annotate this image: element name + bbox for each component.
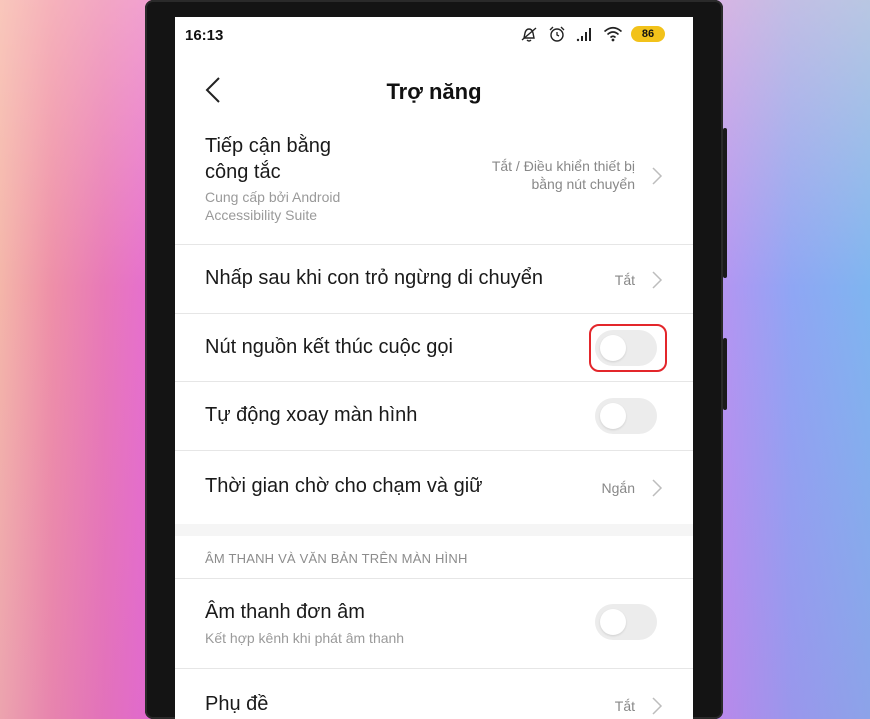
section-header-audio: ÂM THANH VÀ VĂN BẢN TRÊN MÀN HÌNH bbox=[175, 536, 693, 579]
battery-indicator: 86 bbox=[631, 26, 665, 42]
chevron-right-icon bbox=[652, 167, 663, 185]
page-header: Trợ năng bbox=[175, 57, 693, 123]
chevron-right-icon bbox=[652, 697, 663, 715]
setting-touch-hold-delay[interactable]: Thời gian chờ cho chạm và giữ Ngắn bbox=[175, 451, 693, 524]
setting-subtitle: Kết hợp kênh khi phát âm thanh bbox=[205, 630, 405, 646]
setting-title: Tiếp cận bằng công tắc bbox=[205, 135, 332, 183]
setting-title: Phụ đề bbox=[205, 693, 269, 715]
setting-title: Âm thanh đơn âm bbox=[205, 601, 365, 623]
phone-screen: 16:13 86 Trợ năng Tiếp cận bằng công tắc… bbox=[175, 17, 693, 719]
status-icons: 86 bbox=[519, 25, 665, 43]
auto-rotate-toggle[interactable] bbox=[595, 398, 657, 434]
setting-subtitle: Cung cấp bởi Android Accessibility Suite bbox=[205, 189, 341, 223]
chevron-right-icon bbox=[652, 479, 663, 497]
status-bar: 16:13 86 bbox=[175, 17, 693, 57]
setting-title: Thời gian chờ cho chạm và giữ bbox=[205, 475, 483, 497]
power-button bbox=[723, 338, 727, 410]
toggle-knob bbox=[600, 609, 626, 635]
setting-title: Nút nguồn kết thúc cuộc gọi bbox=[205, 336, 453, 358]
section-divider bbox=[175, 524, 693, 536]
setting-click-after-stop[interactable]: Nhấp sau khi con trỏ ngừng di chuyển Tắt bbox=[175, 245, 693, 314]
page-title: Trợ năng bbox=[386, 79, 482, 104]
setting-auto-rotate: Tự động xoay màn hình bbox=[175, 382, 693, 451]
mono-audio-toggle[interactable] bbox=[595, 604, 657, 640]
setting-title: Tự động xoay màn hình bbox=[205, 404, 418, 426]
highlight-box bbox=[589, 324, 667, 372]
setting-captions[interactable]: Phụ đề Tắt bbox=[175, 669, 693, 719]
wifi-icon bbox=[603, 26, 623, 42]
chevron-right-icon bbox=[652, 271, 663, 289]
section-header-label: ÂM THANH VÀ VĂN BẢN TRÊN MÀN HÌNH bbox=[205, 551, 468, 566]
setting-value: Tắt / Điều khiển thiết bị bằng nút chuyể… bbox=[491, 158, 635, 192]
setting-value: Tắt bbox=[614, 698, 635, 714]
settings-list: Tiếp cận bằng công tắc Cung cấp bởi Andr… bbox=[175, 123, 693, 719]
setting-value: Ngắn bbox=[601, 480, 635, 496]
setting-switch-access[interactable]: Tiếp cận bằng công tắc Cung cấp bởi Andr… bbox=[175, 123, 693, 245]
setting-power-ends-call: Nút nguồn kết thúc cuộc gọi bbox=[175, 314, 693, 382]
phone-frame: 16:13 86 Trợ năng Tiếp cận bằng công tắc… bbox=[145, 0, 727, 719]
setting-value: Tắt bbox=[614, 272, 635, 288]
alarm-icon bbox=[549, 26, 565, 42]
signal-icon bbox=[576, 28, 591, 42]
mute-icon bbox=[521, 27, 537, 42]
setting-title: Nhấp sau khi con trỏ ngừng di chuyển bbox=[205, 267, 544, 289]
status-time: 16:13 bbox=[185, 27, 224, 44]
toggle-knob bbox=[600, 403, 626, 429]
volume-button bbox=[723, 128, 727, 278]
setting-mono-audio: Âm thanh đơn âm Kết hợp kênh khi phát âm… bbox=[175, 579, 693, 669]
